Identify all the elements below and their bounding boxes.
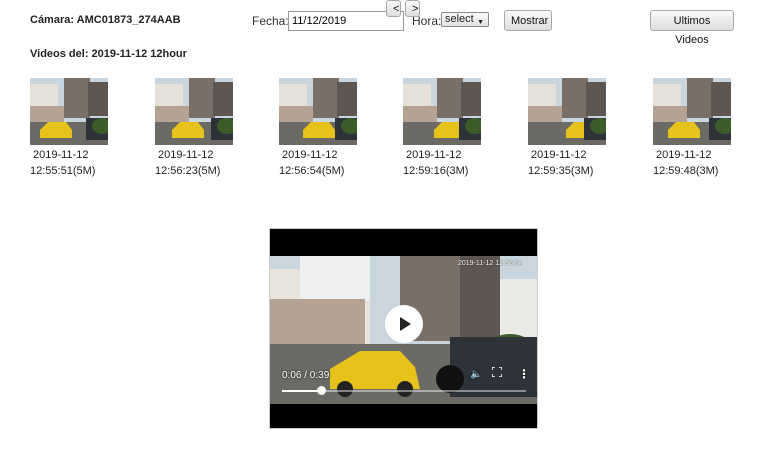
thumbnail-date: 2019-11-12 (158, 149, 214, 161)
thumbnail-image (155, 78, 233, 145)
thumbnail-image (528, 78, 606, 145)
video-thumbnail[interactable]: 2019-11-12 12:55:51(5M) (30, 78, 110, 179)
thumbnail-date: 2019-11-12 (33, 149, 89, 161)
chevron-down-icon: ▼ (477, 19, 484, 26)
ultimos-videos-button[interactable]: Ultimos Videos (650, 10, 734, 46)
volume-icon[interactable]: 🔈 (470, 369, 482, 380)
thumbnail-list: 2019-11-12 12:55:51(5M) 2019-11-12 12:56:23… (0, 78, 768, 188)
thumbnail-image (653, 78, 731, 145)
video-thumbnail[interactable]: 2019-11-12 12:59:16(3M) (403, 78, 483, 179)
video-thumbnail[interactable]: 2019-11-12 12:56:23(5M) (155, 78, 235, 179)
thumbnail-time: 12:59:35(3M) (528, 165, 594, 177)
thumbnail-image (403, 78, 481, 145)
video-time: 0:06 / 0:39 (282, 370, 330, 381)
video-progress-fill (282, 390, 322, 392)
camera-name: Cámara: AMC01873_274AAB (30, 14, 181, 26)
videos-heading: Videos del: 2019-11-12 12hour (30, 48, 187, 60)
thumbnail-time: 12:56:54(5M) (279, 165, 345, 177)
thumbnail-caption: 2019-11-12 12:56:23(5M) (155, 147, 235, 179)
video-thumbnail[interactable]: 2019-11-12 12:56:54(5M) (279, 78, 359, 179)
thumbnail-time: 12:55:51(5M) (30, 165, 96, 177)
thumbnail-date: 2019-11-12 (656, 149, 712, 161)
thumbnail-image (279, 78, 357, 145)
thumbnail-date: 2019-11-12 (282, 149, 338, 161)
thumbnail-time: 12:59:16(3M) (403, 165, 469, 177)
video-overlay-timestamp: 2019-11-12 12:56:54 (458, 260, 523, 267)
fullscreen-icon[interactable] (491, 366, 503, 378)
thumbnail-caption: 2019-11-12 12:59:48(3M) (653, 147, 733, 179)
thumbnail-date: 2019-11-12 (531, 149, 587, 161)
video-thumbnail[interactable]: 2019-11-12 12:59:48(3M) (653, 78, 733, 179)
thumbnail-caption: 2019-11-12 12:56:54(5M) (279, 147, 359, 179)
thumbnail-image (30, 78, 108, 145)
play-button[interactable] (385, 305, 423, 343)
thumbnail-date: 2019-11-12 (406, 149, 462, 161)
mostrar-button[interactable]: Mostrar (504, 10, 552, 31)
more-vert-icon[interactable]: ⋮ (518, 367, 530, 381)
thumbnail-caption: 2019-11-12 12:59:16(3M) (403, 147, 483, 179)
fecha-label: Fecha: (252, 14, 289, 28)
camera-video-page: Cámara: AMC01873_274AAB Fecha: Hora: sel… (0, 0, 768, 452)
video-progress-knob[interactable] (317, 386, 327, 395)
thumbnail-caption: 2019-11-12 12:59:35(3M) (528, 147, 608, 179)
next-page-button[interactable]: > (405, 0, 420, 17)
thumbnail-caption: 2019-11-12 12:55:51(5M) (30, 147, 110, 179)
hora-select-value: select (445, 13, 474, 25)
hora-select[interactable]: select ▼ (441, 12, 489, 27)
thumbnail-time: 12:56:23(5M) (155, 165, 221, 177)
video-progress-bar[interactable] (282, 386, 526, 395)
prev-page-button[interactable]: < (386, 0, 401, 17)
play-icon (400, 317, 411, 331)
thumbnail-time: 12:59:48(3M) (653, 165, 719, 177)
video-thumbnail[interactable]: 2019-11-12 12:59:35(3M) (528, 78, 608, 179)
